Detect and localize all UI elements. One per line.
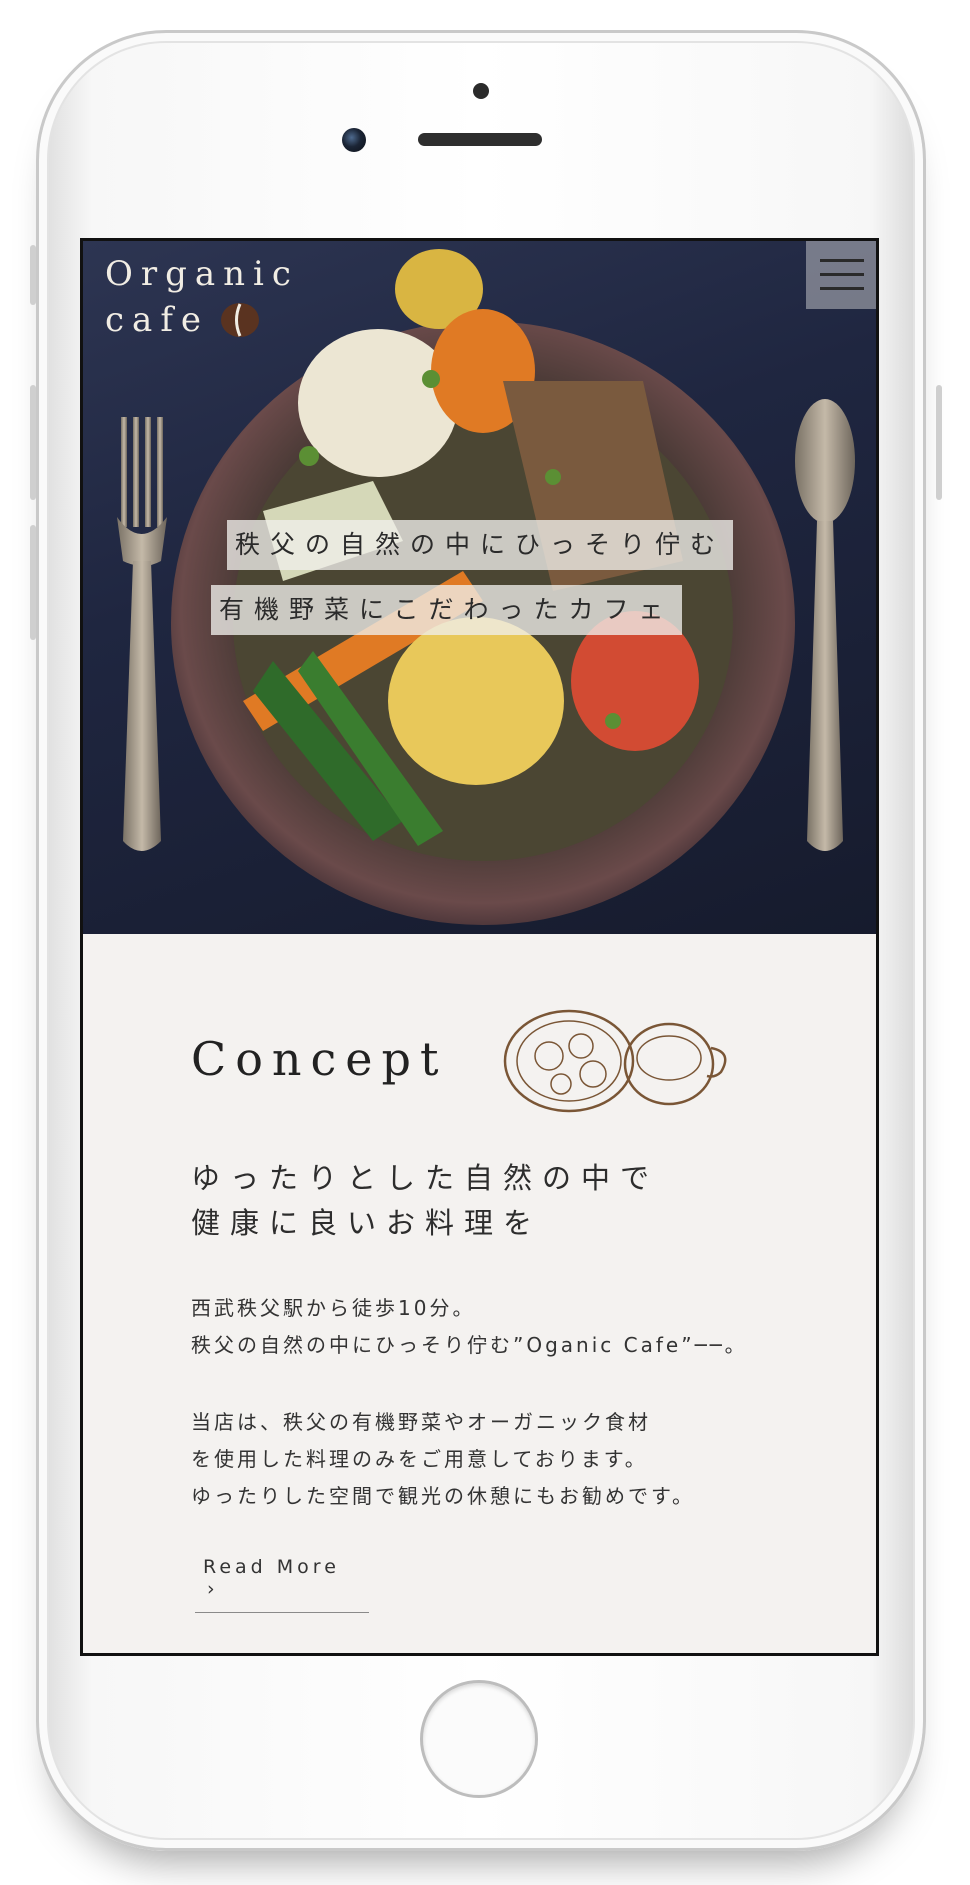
proximity-sensor <box>473 83 489 99</box>
coffee-bean-icon <box>221 303 260 337</box>
concept-section: Concept ゆったりとした自然の中で 健康に良いお料理を 西武秩父駅から徒歩… <box>83 934 876 1653</box>
earpiece-speaker <box>418 133 542 146</box>
paragraph-2-line-3: ゆったりした空間で観光の休憩にもお勧めです。 <box>191 1484 695 1508</box>
hamburger-icon-bar <box>820 287 864 290</box>
concept-paragraph-2: 当店は、秩父の有機野菜やオーガニック食材 を使用した料理のみをご用意しております… <box>191 1404 695 1515</box>
front-camera-icon <box>342 128 366 152</box>
paragraph-2-line-2: を使用した料理のみをご用意しております。 <box>191 1447 648 1471</box>
screen: Organic cafe 秩父の自然の中にひっそり佇む 有機野菜にこだわったカフ… <box>80 238 879 1656</box>
headline-line-1: ゆったりとした自然の中で <box>191 1161 660 1195</box>
paragraph-2-line-1: 当店は、秩父の有機野菜やオーガニック食材 <box>191 1410 651 1434</box>
section-title: Concept <box>191 1032 448 1086</box>
fork-icon <box>117 417 167 851</box>
headline-line-2: 健康に良いお料理を <box>191 1206 543 1240</box>
hamburger-icon <box>820 259 864 262</box>
concept-headline: ゆったりとした自然の中で 健康に良いお料理を <box>191 1156 659 1246</box>
hero-tagline-2: 有機野菜にこだわったカフェ <box>211 585 682 635</box>
hamburger-icon-bar <box>820 273 864 276</box>
volume-up-button <box>30 385 36 500</box>
hero-tagline-1: 秩父の自然の中にひっそり佇む <box>227 520 734 570</box>
home-button[interactable] <box>420 1680 538 1798</box>
mute-switch <box>30 245 36 305</box>
site-logo[interactable]: Organic cafe <box>105 251 299 343</box>
concept-paragraph-1: 西武秩父駅から徒歩10分。 秩父の自然の中にひっそり佇む”Oganic Cafe… <box>191 1290 748 1364</box>
hero-image: Organic cafe 秩父の自然の中にひっそり佇む 有機野菜にこだわったカフ… <box>83 241 876 934</box>
read-more-label: Read More <box>203 1556 340 1578</box>
paragraph-1-line-2: 秩父の自然の中にひっそり佇む”Oganic Cafe”──。 <box>191 1333 748 1357</box>
logo-line-organic: Organic <box>105 254 299 294</box>
paragraph-1-line-1: 西武秩父駅から徒歩10分。 <box>191 1296 476 1320</box>
plate-and-cup-illustration-icon <box>503 1009 727 1113</box>
chevron-right-icon: › <box>207 1578 219 1600</box>
logo-line-cafe: cafe <box>105 300 210 340</box>
volume-down-button <box>30 525 36 640</box>
read-more-link[interactable]: Read More › <box>195 1548 369 1613</box>
menu-button[interactable] <box>806 241 876 309</box>
spoon-icon <box>795 399 855 851</box>
power-button <box>936 385 942 500</box>
